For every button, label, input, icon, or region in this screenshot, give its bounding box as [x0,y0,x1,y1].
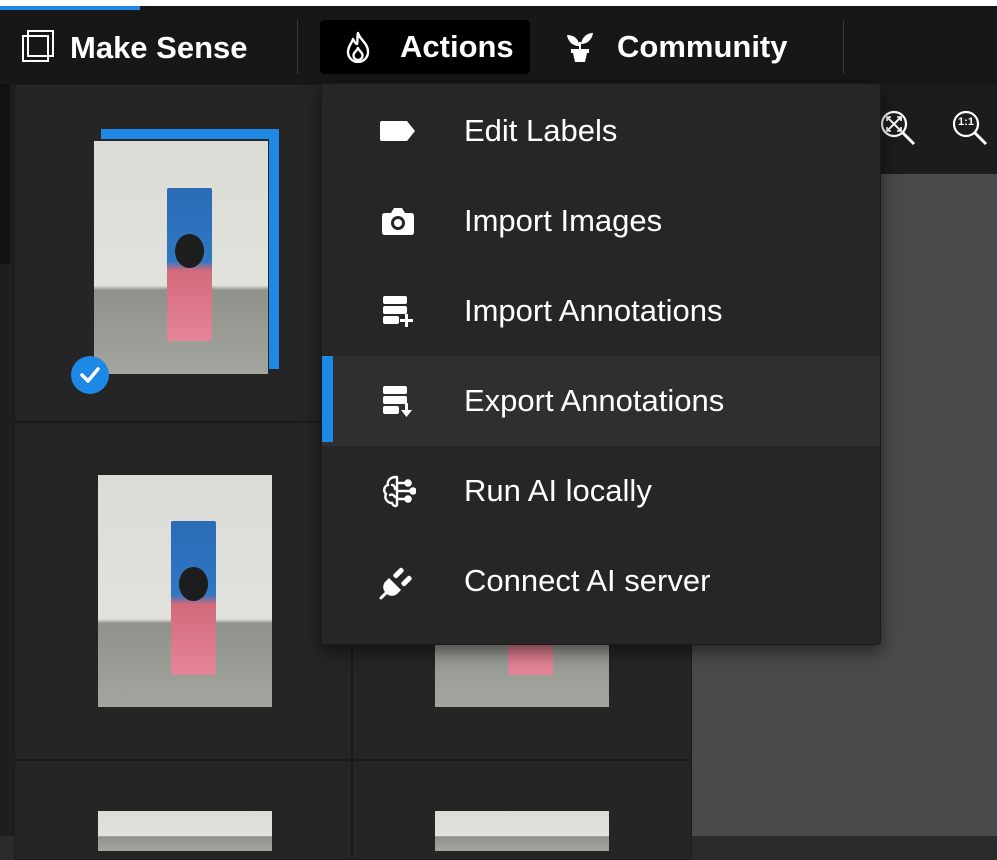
database-plus-icon [378,291,418,331]
image-thumbnail[interactable] [435,811,609,851]
nav-divider [297,20,298,74]
gallery-cell[interactable] [352,760,692,860]
zoom-actual-label: 1:1 [958,116,974,128]
menu-item-label: Edit Labels [464,113,618,148]
top-edge-strip [0,0,997,6]
menu-item-label: Import Annotations [464,293,723,328]
tag-icon [378,111,418,151]
menu-item-connect-ai-server[interactable]: Connect AI server [322,536,880,626]
brand[interactable]: Make Sense [20,26,248,70]
editor-toolbar: 1:1 [880,84,997,174]
zoom-actual-size-icon[interactable]: 1:1 [950,108,990,148]
menu-item-label: Run AI locally [464,473,652,508]
nav-divider-right [843,20,844,74]
plug-icon [378,561,418,601]
menu-item-label: Export Annotations [464,383,725,418]
gallery-cell[interactable] [14,422,352,760]
brain-icon [378,471,418,511]
selection-border-top [101,129,279,139]
brand-name: Make Sense [70,30,248,65]
product-box [167,187,213,342]
frame-logo-icon [20,28,56,68]
menu-item-label: Connect AI server [464,563,711,598]
progress-indicator [0,6,140,10]
menu-item-export-annotations[interactable]: Export Annotations [322,356,880,446]
camera-icon [378,201,418,241]
plant-icon [563,31,597,63]
product-box [171,521,217,675]
menu-item-edit-labels[interactable]: Edit Labels [322,86,880,176]
selection-border-right [269,129,279,369]
nav-actions[interactable]: Actions [320,20,530,74]
nav-actions-label: Actions [400,29,514,64]
menu-item-import-annotations[interactable]: Import Annotations [322,266,880,356]
checkmark-icon [71,356,109,394]
database-download-icon [378,381,418,421]
zoom-fit-icon[interactable] [878,108,918,152]
left-side-panel-tab[interactable] [0,84,10,264]
image-thumbnail[interactable] [98,811,272,851]
actions-dropdown-menu: Edit Labels Import Images Import Annotat… [321,83,881,645]
menu-item-label: Import Images [464,203,663,238]
image-thumbnail[interactable] [98,475,272,707]
top-navigation-bar: Make Sense Actions Community [0,0,997,84]
nav-community[interactable]: Community [555,20,815,74]
gallery-cell[interactable] [14,760,352,860]
flame-icon [340,31,376,63]
gallery-cell-selected[interactable] [14,84,352,422]
image-thumbnail[interactable] [94,141,268,374]
nav-community-label: Community [617,29,788,64]
menu-item-run-ai-locally[interactable]: Run AI locally [322,446,880,536]
menu-item-import-images[interactable]: Import Images [322,176,880,266]
